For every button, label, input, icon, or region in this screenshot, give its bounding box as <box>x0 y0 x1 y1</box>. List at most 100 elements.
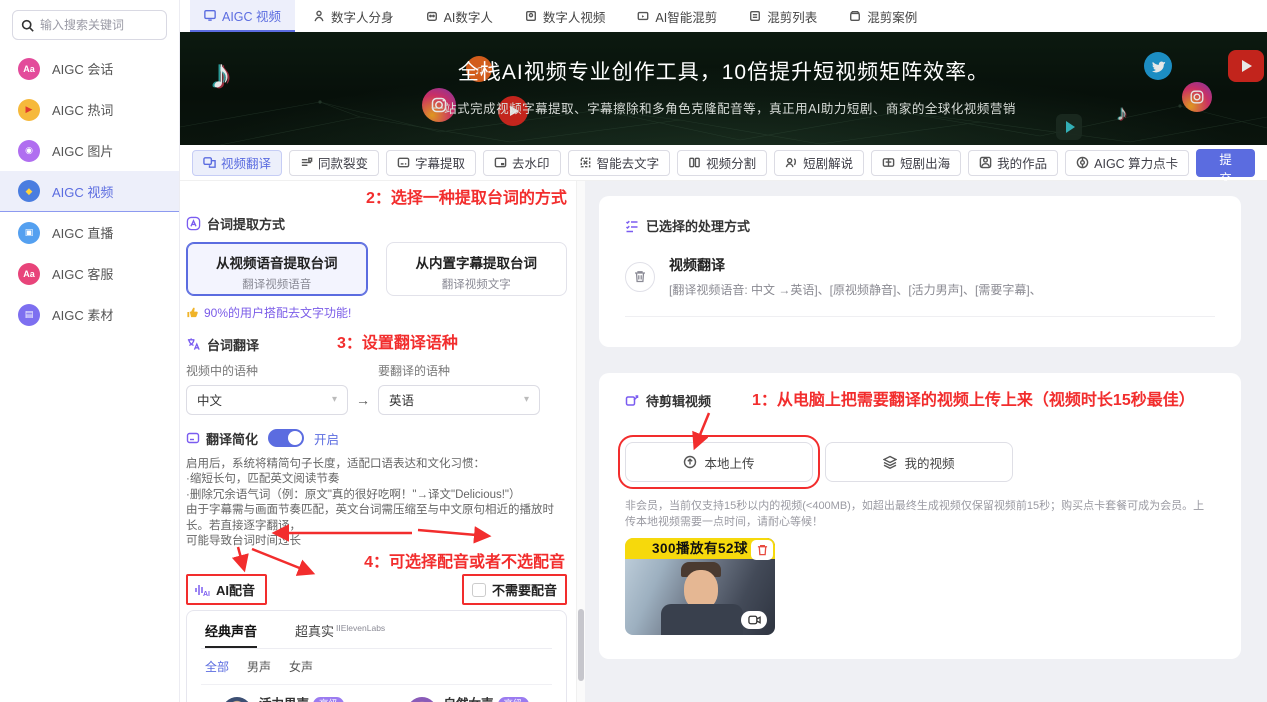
tool-smart-text-remove-button[interactable]: 智能去文字 <box>567 149 671 176</box>
tab-ai-digital-human[interactable]: AI数字人 <box>412 0 507 32</box>
service-icon: Aa <box>18 262 40 285</box>
scrollbar-thumb[interactable] <box>578 609 584 681</box>
filter-male[interactable]: 男声 <box>247 658 271 675</box>
toggle-knob <box>288 431 303 446</box>
compute-card-icon <box>1076 156 1089 169</box>
banner-title: 全栈AI视频专业创作工具，10倍提升短视频矩阵效率。 <box>457 61 990 84</box>
member-note: 非会员，当前仅支持15秒以内的视频(<400MB)，如超出最终生成视频仅保留视频… <box>625 500 1205 528</box>
arrow-right-icon: → <box>356 391 370 408</box>
trash-icon <box>757 545 767 556</box>
task-panel: 已选择的处理方式 视频翻译 [翻译视频语音: 中文 →英语]、[原视频静音]、[… <box>585 181 1267 702</box>
live-icon: ▣ <box>18 221 40 244</box>
my-videos-button[interactable]: 我的视频 <box>825 442 1013 482</box>
banner-subtitle: 一站式完成视频字幕提取、字幕擦除和多角色克隆配音等，真正用AI助力短剧、商家的全… <box>431 102 1016 116</box>
sidebar-item-aigc-video[interactable]: ◆ AIGC 视频 <box>0 171 179 212</box>
works-icon <box>979 156 992 169</box>
submit-task-button[interactable]: 提交任务 <box>1196 148 1255 224</box>
edit-clip-icon <box>625 394 639 406</box>
tab-classic-voices[interactable]: 经典声音 <box>205 621 258 649</box>
target-lang-select[interactable]: 英语 ▾ <box>378 384 540 415</box>
extract-from-audio-card[interactable]: 从视频语音提取台词 翻译视频语音 <box>186 241 368 296</box>
layers-icon <box>883 455 898 469</box>
no-dub-checkbox[interactable]: 不需要配音 <box>461 574 567 606</box>
extract-from-subtitle-card[interactable]: 从内置字幕提取台词 翻译视频文字 <box>385 241 567 296</box>
split-icon <box>301 157 313 166</box>
watermark-icon <box>494 157 507 168</box>
list-icon <box>750 11 761 21</box>
sidebar-item-label: AIGC 热词 <box>52 103 114 118</box>
folder-icon <box>850 11 861 21</box>
tool-video-translate-button[interactable]: 视频翻译 <box>192 149 283 176</box>
tab-digital-human-video[interactable]: 数字人视频 <box>511 0 620 32</box>
tool-watermark-remove-button[interactable]: 去水印 <box>483 149 561 176</box>
source-lang-select[interactable]: 中文 ▾ <box>186 384 348 415</box>
checkbox-icon[interactable] <box>471 582 486 597</box>
plexus-lines <box>180 100 1267 145</box>
narration-icon <box>785 157 797 168</box>
portrait-icon <box>525 11 536 21</box>
chevron-down-icon: ▾ <box>331 394 337 406</box>
simplify-label: 翻译简化 <box>186 429 258 448</box>
annotation-step1: 1：从电脑上把需要翻译的视频上传上来（视频时长15秒最佳） <box>752 391 1195 409</box>
language-selector-row: 视频中的语种 中文 ▾ → 要翻译的语种 英语 ▾ <box>186 362 567 415</box>
annotation-step3: 3：设置翻译语种 <box>337 335 458 353</box>
assets-icon: ▤ <box>18 303 40 326</box>
checklist-icon <box>625 220 638 232</box>
voice-tabs: 经典声音 超真实 IIElevenLabs <box>201 611 552 650</box>
selected-method-tags: [翻译视频语音: 中文 →英语]、[原视频静音]、[活力男声]、[需要字幕]、 <box>669 283 1042 297</box>
tool-drama-narration-button[interactable]: 短剧解说 <box>774 149 865 176</box>
sidebar-item-aigc-service[interactable]: Aa AIGC 客服 <box>0 253 179 294</box>
tab-realistic-voices[interactable]: 超真实 IIElevenLabs <box>295 621 385 648</box>
monitor-icon <box>204 10 216 21</box>
sidebar-item-aigc-assets[interactable]: ▤ AIGC 素材 <box>0 294 179 335</box>
panel-scrollbar[interactable] <box>576 181 585 702</box>
search-input[interactable] <box>40 18 158 32</box>
tool-clone-variant-button[interactable]: 同款裂变 <box>289 149 380 176</box>
voice-item[interactable]: 自然女声高级美国 <box>386 689 553 702</box>
tool-my-works-button[interactable]: 我的作品 <box>968 149 1059 176</box>
sidebar-item-aigc-chat[interactable]: Aa AIGC 会话 <box>0 48 179 89</box>
local-upload-button[interactable]: 本地上传 <box>618 435 820 489</box>
delete-video-button[interactable] <box>751 540 773 560</box>
search-icon <box>21 19 34 32</box>
sidebar-item-aigc-hotwords[interactable]: ▶ AIGC 热词 <box>0 89 179 130</box>
tool-subtitle-extract-button[interactable]: 字幕提取 <box>386 149 477 176</box>
divider <box>625 316 1215 317</box>
tool-video-split-button[interactable]: 视频分割 <box>677 149 768 176</box>
search-box[interactable] <box>12 10 167 40</box>
delete-method-button[interactable] <box>625 261 655 292</box>
voice-avatar <box>406 696 437 702</box>
filter-all[interactable]: 全部 <box>205 658 229 675</box>
hotwords-icon: ▶ <box>18 98 40 121</box>
robot-icon <box>426 11 437 21</box>
uploaded-video-thumbnail[interactable]: 300播放有52球 <box>625 538 775 635</box>
simplify-toggle[interactable] <box>268 429 305 448</box>
translate-sparkle-icon <box>187 338 200 350</box>
waveform-ai-icon: AI <box>195 584 210 598</box>
sidebar-item-aigc-image[interactable]: ◉ AIGC 图片 <box>0 130 179 171</box>
tab-aigc-video[interactable]: AIGC 视频 <box>190 0 296 32</box>
pending-video-card: 待剪辑视频 1：从电脑上把需要翻译的视频上传上来（视频时长15秒最佳） 本地上传… <box>599 373 1241 659</box>
ai-dub-label: AI AI配音 <box>186 574 268 606</box>
video-split-icon <box>689 157 700 168</box>
overseas-icon <box>882 158 895 167</box>
video-camera-icon <box>741 611 767 629</box>
sidebar-item-aigc-live[interactable]: ▣ AIGC 直播 <box>0 212 179 253</box>
settings-panel: 2：选择一种提取台词的方式 台词提取方式 从视频语音提取台词 翻译视频语音 从内… <box>180 181 585 702</box>
subtitle-icon <box>397 157 410 168</box>
thumbnail-figure-body <box>661 604 743 635</box>
person-icon <box>314 10 324 22</box>
video-icon: ◆ <box>18 180 40 202</box>
sidebar: Aa AIGC 会话 ▶ AIGC 热词 ◉ AIGC 图片 ◆ AIGC 视频… <box>0 0 180 702</box>
tool-compute-card-button[interactable]: AIGC 算力点卡 <box>1065 149 1190 176</box>
tab-ai-smart-editing[interactable]: AI智能混剪 <box>623 0 731 32</box>
tool-drama-overseas-button[interactable]: 短剧出海 <box>871 149 962 176</box>
selected-methods-header: 已选择的处理方式 <box>625 216 1215 235</box>
tab-digital-avatar[interactable]: 数字人分身 <box>299 0 408 32</box>
filter-female[interactable]: 女声 <box>289 658 313 675</box>
pending-video-header: 待剪辑视频 1：从电脑上把需要翻译的视频上传上来（视频时长15秒最佳） <box>625 391 1215 410</box>
tab-editing-list[interactable]: 混剪列表 <box>735 0 831 32</box>
voice-item[interactable]: 活力男声高级美国 <box>201 689 368 702</box>
content-area: 2：选择一种提取台词的方式 台词提取方式 从视频语音提取台词 翻译视频语音 从内… <box>180 181 1267 702</box>
tab-editing-cases[interactable]: 混剪案例 <box>835 0 931 32</box>
